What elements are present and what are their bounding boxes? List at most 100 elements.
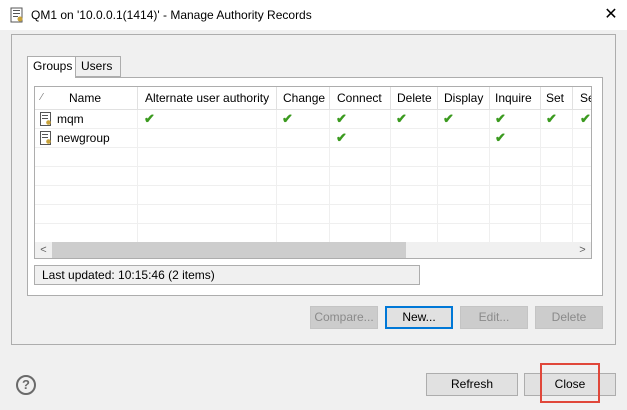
- name-cell: newgroup: [35, 129, 138, 148]
- permission-cell: [573, 186, 591, 205]
- permission-cell: [138, 205, 277, 224]
- checkmark-icon: ✔: [495, 111, 506, 126]
- permission-cell: [330, 205, 391, 224]
- column-header-connect[interactable]: Connect: [330, 87, 391, 109]
- scroll-right-icon[interactable]: >: [574, 242, 591, 258]
- permission-cell: [438, 167, 490, 186]
- table-row[interactable]: newgroup ✔ ✔: [35, 129, 591, 148]
- name-cell: [35, 148, 138, 167]
- column-header-name[interactable]: ⁄ Name: [35, 87, 138, 109]
- permission-cell: [573, 148, 591, 167]
- permission-cell: [277, 224, 330, 243]
- permission-cell: [277, 148, 330, 167]
- name-cell: [35, 205, 138, 224]
- permission-cell: [573, 224, 591, 243]
- permission-cell: [490, 205, 541, 224]
- title-bar: QM1 on '10.0.0.1(1414)' - Manage Authori…: [0, 0, 627, 30]
- empty-table-row: [35, 167, 591, 186]
- name-cell: [35, 167, 138, 186]
- checkmark-icon: ✔: [396, 111, 407, 126]
- permission-cell: ✔: [490, 110, 541, 129]
- checkmark-icon: ✔: [495, 130, 506, 145]
- permission-cell: [490, 167, 541, 186]
- permission-cell: [541, 205, 573, 224]
- permission-cell: [330, 224, 391, 243]
- permission-cell: [277, 205, 330, 224]
- permission-cell: [277, 186, 330, 205]
- permission-cell: [138, 129, 277, 148]
- permission-cell: [330, 167, 391, 186]
- column-header-inquire[interactable]: Inquire: [490, 87, 541, 109]
- permission-cell: [138, 167, 277, 186]
- permission-cell: [138, 148, 277, 167]
- help-icon[interactable]: ?: [16, 375, 36, 395]
- permission-cell: ✔: [541, 110, 573, 129]
- column-header-delete[interactable]: Delete: [391, 87, 438, 109]
- status-bar: Last updated: 10:15:46 (2 items): [34, 265, 420, 285]
- permission-cell: [391, 205, 438, 224]
- name-cell: mqm: [35, 110, 138, 129]
- empty-table-row: [35, 148, 591, 167]
- scrollbar-thumb[interactable]: [52, 242, 406, 258]
- close-button[interactable]: Close: [524, 373, 616, 396]
- permission-cell: [541, 167, 573, 186]
- permission-cell: [490, 148, 541, 167]
- permission-cell: [330, 148, 391, 167]
- new-button[interactable]: New...: [385, 306, 453, 329]
- permission-cell: [330, 186, 391, 205]
- group-icon: [40, 112, 52, 126]
- name-cell: [35, 224, 138, 243]
- column-header-change[interactable]: Change: [277, 87, 330, 109]
- checkmark-icon: ✔: [336, 111, 347, 126]
- delete-button[interactable]: Delete: [535, 306, 603, 329]
- checkmark-icon: ✔: [144, 111, 155, 126]
- column-header-set[interactable]: Set: [541, 87, 573, 109]
- permission-cell: ✔: [490, 129, 541, 148]
- permission-cell: [490, 186, 541, 205]
- empty-table-row: [35, 205, 591, 224]
- permission-cell: [138, 224, 277, 243]
- permission-cell: [573, 129, 591, 148]
- empty-table-row: [35, 186, 591, 205]
- horizontal-scrollbar[interactable]: < >: [35, 242, 591, 258]
- permission-cell: [541, 148, 573, 167]
- permission-cell: [277, 129, 330, 148]
- group-name: newgroup: [57, 131, 110, 145]
- sort-icon: ⁄: [41, 92, 43, 103]
- permission-cell: ✔: [438, 110, 490, 129]
- checkmark-icon: ✔: [580, 111, 591, 126]
- column-header-display[interactable]: Display: [438, 87, 490, 109]
- permission-cell: [438, 129, 490, 148]
- window-close-icon[interactable]: ✕: [601, 5, 621, 25]
- permission-cell: [573, 167, 591, 186]
- compare-button[interactable]: Compare...: [310, 306, 378, 329]
- permission-cell: ✔: [277, 110, 330, 129]
- permission-cell: [438, 148, 490, 167]
- permission-cell: [541, 224, 573, 243]
- name-cell: [35, 186, 138, 205]
- authority-records-icon: [10, 7, 24, 23]
- group-name: mqm: [57, 112, 84, 126]
- tab-groups[interactable]: Groups: [27, 56, 76, 78]
- authority-table[interactable]: ⁄ Name Alternate user authority Change C…: [34, 86, 592, 259]
- empty-table-row: [35, 224, 591, 243]
- permission-cell: ✔: [573, 110, 591, 129]
- scroll-left-icon[interactable]: <: [35, 242, 52, 258]
- checkmark-icon: ✔: [443, 111, 454, 126]
- column-header-alternate-user-authority[interactable]: Alternate user authority: [138, 87, 277, 109]
- column-header-set-all[interactable]: Se: [573, 87, 591, 109]
- permission-cell: [277, 167, 330, 186]
- permission-cell: [541, 186, 573, 205]
- tab-users[interactable]: Users: [75, 56, 121, 77]
- checkmark-icon: ✔: [546, 111, 557, 126]
- checkmark-icon: ✔: [282, 111, 293, 126]
- table-row[interactable]: mqm ✔ ✔ ✔ ✔ ✔ ✔ ✔ ✔: [35, 110, 591, 129]
- refresh-button[interactable]: Refresh: [426, 373, 518, 396]
- permission-cell: ✔: [330, 110, 391, 129]
- permission-cell: [438, 224, 490, 243]
- permission-cell: [490, 224, 541, 243]
- permission-cell: [438, 186, 490, 205]
- edit-button[interactable]: Edit...: [460, 306, 528, 329]
- window-title: QM1 on '10.0.0.1(1414)' - Manage Authori…: [31, 8, 312, 22]
- permission-cell: [391, 167, 438, 186]
